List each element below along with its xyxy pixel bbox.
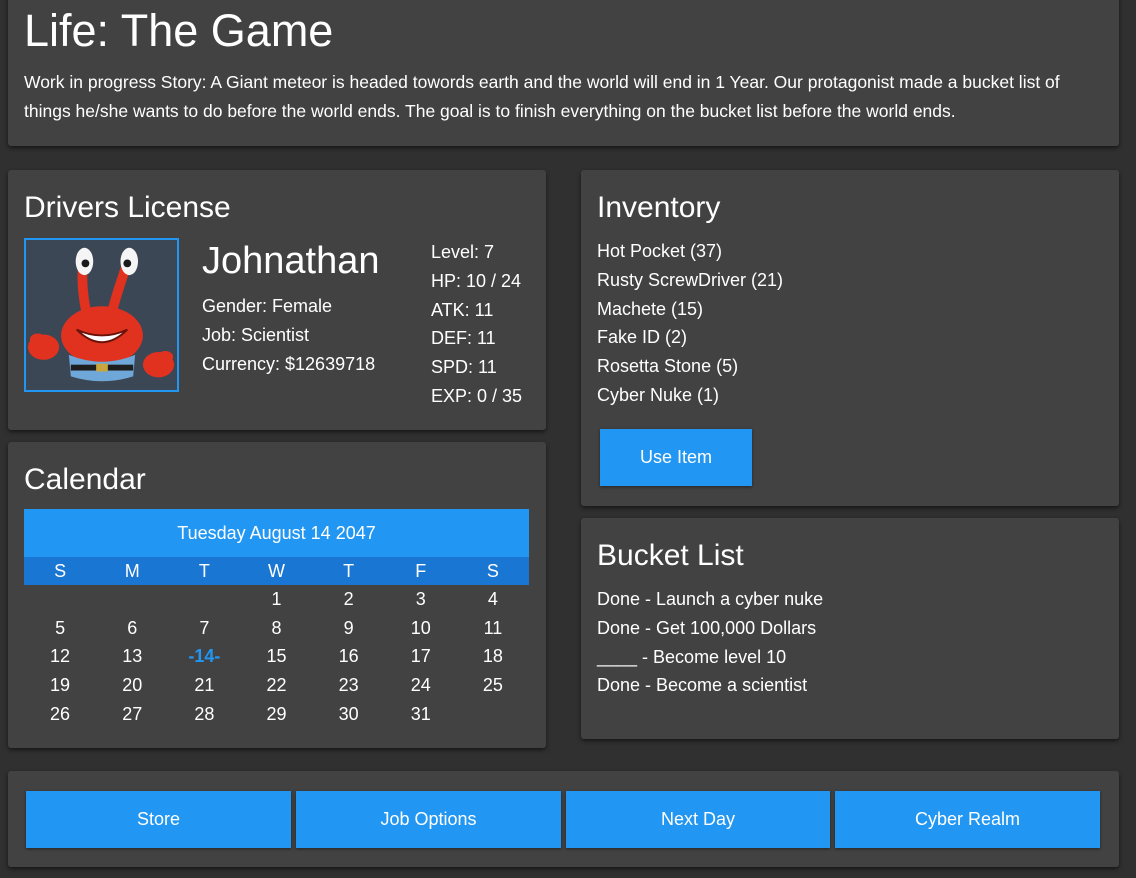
- calendar-day: 19: [50, 675, 71, 696]
- page-title: Life: The Game: [24, 5, 334, 56]
- calendar-day: 15: [266, 646, 287, 667]
- bucket-list-item: Done - Launch a cyber nuke: [597, 589, 824, 609]
- calendar-day: [24, 585, 96, 614]
- calendar-day: [96, 585, 168, 614]
- next-day-button[interactable]: Next Day: [566, 791, 830, 848]
- character-name: Johnathan: [202, 240, 380, 282]
- calendar-day: 18: [482, 646, 503, 667]
- gender-text: Gender: Female: [202, 296, 333, 316]
- calendar-day: 5: [55, 617, 66, 638]
- calendar-day: 30: [338, 703, 359, 724]
- inventory-item: Rosetta Stone (5): [597, 356, 739, 377]
- exp-stat: EXP: 0 / 35: [431, 385, 523, 406]
- calendar-day: 9: [343, 617, 354, 638]
- calendar-date-header: Tuesday August 14 2047: [24, 509, 529, 557]
- bucket-list-item: Done - Get 100,000 Dollars: [597, 617, 817, 638]
- calendar-day: 10: [410, 617, 431, 638]
- atk-stat: ATK: 11: [431, 299, 494, 320]
- calendar-day: 8: [271, 617, 282, 638]
- inventory-item: Machete (15): [597, 298, 704, 319]
- currency-text: Currency: $12639718: [202, 353, 376, 374]
- bucket-list: Done - Launch a cyber nuke Done - Get 10…: [597, 585, 823, 700]
- calendar-day: 27: [122, 703, 143, 724]
- inventory-item: Cyber Nuke (1): [597, 384, 720, 405]
- job-options-button[interactable]: Job Options: [296, 791, 561, 848]
- inventory-item: Rusty ScrewDriver (21): [597, 269, 784, 290]
- calendar-day: 20: [122, 675, 143, 696]
- use-item-button[interactable]: Use Item: [600, 429, 752, 486]
- weekday-label: S: [486, 561, 499, 581]
- calendar-day: 17: [410, 646, 431, 667]
- action-bar: Store Job Options Next Day Cyber Realm: [8, 771, 1119, 867]
- bucket-list-heading: Bucket List: [597, 539, 744, 572]
- calendar-day: [168, 585, 240, 614]
- bucket-list-card: Bucket List Done - Launch a cyber nuke D…: [581, 518, 1119, 739]
- calendar-day: 6: [127, 617, 138, 638]
- calendar-day: 24: [410, 675, 431, 696]
- calendar-day: 28: [194, 703, 215, 724]
- calendar-day: 31: [410, 703, 431, 724]
- job-text: Job: Scientist: [202, 324, 310, 345]
- weekday-label: M: [124, 561, 140, 581]
- store-button[interactable]: Store: [26, 791, 291, 848]
- inventory-item: Fake ID (2): [597, 327, 688, 348]
- calendar-day: 11: [483, 617, 503, 638]
- calendar-day-today: -14-: [188, 646, 221, 667]
- calendar-day: 1: [271, 589, 282, 609]
- calendar-week-row: 5 6 7 8 9 10 11: [24, 614, 529, 643]
- calendar-day: 26: [50, 703, 71, 724]
- bucket-list-item: ____ - Become level 10: [597, 646, 787, 667]
- calendar-weekday-row: S M T W T F S: [24, 557, 529, 585]
- drivers-license-card: Drivers License Johnathan Gender: Female…: [8, 170, 546, 430]
- calendar-week-row: 26 27 28 29 30 31: [24, 700, 529, 729]
- calendar-week-row: 1 2 3 4: [24, 585, 529, 614]
- weekday-label: F: [415, 561, 427, 581]
- weekday-label: W: [267, 561, 285, 581]
- inventory-card: Inventory Hot Pocket (37) Rusty ScrewDri…: [581, 170, 1119, 506]
- calendar-day: 3: [415, 589, 426, 609]
- calendar-day: 7: [199, 617, 210, 638]
- character-stats: Level: 7 HP: 10 / 24 ATK: 11 DEF: 11 SPD…: [431, 238, 522, 411]
- weekday-label: S: [54, 561, 67, 581]
- def-stat: DEF: 11: [431, 328, 496, 349]
- calendar-day: 16: [338, 646, 359, 667]
- spd-stat: SPD: 11: [431, 357, 497, 378]
- calendar-day: 21: [194, 675, 215, 696]
- calendar-day: 25: [482, 675, 503, 696]
- calendar-day: 12: [50, 646, 71, 667]
- calendar-heading: Calendar: [24, 463, 146, 496]
- cyber-realm-button[interactable]: Cyber Realm: [835, 791, 1100, 848]
- license-heading: Drivers License: [24, 191, 231, 224]
- bucket-list-item: Done - Become a scientist: [597, 675, 808, 696]
- calendar-day: 13: [122, 646, 143, 667]
- calendar-day: 23: [338, 675, 359, 696]
- character-info: Gender: Female Job: Scientist Currency: …: [202, 292, 375, 378]
- story-text: Work in progress Story: A Giant meteor i…: [24, 72, 1060, 121]
- inventory-heading: Inventory: [597, 191, 721, 224]
- level-stat: Level: 7: [431, 242, 495, 262]
- calendar-widget: Tuesday August 14 2047 S M T W T F S 1 2…: [24, 509, 529, 729]
- inventory-list: Hot Pocket (37) Rusty ScrewDriver (21) M…: [597, 237, 783, 410]
- inventory-item: Hot Pocket (37): [597, 241, 723, 261]
- weekday-label: T: [198, 561, 210, 581]
- crab-character-icon: [26, 240, 177, 390]
- avatar: [24, 238, 179, 392]
- weekday-label: T: [343, 561, 355, 581]
- hp-stat: HP: 10 / 24: [431, 270, 522, 291]
- calendar-day: [457, 700, 529, 729]
- calendar-card: Calendar Tuesday August 14 2047 S M T W …: [8, 442, 546, 748]
- calendar-day: 4: [487, 589, 498, 609]
- calendar-day: 2: [343, 589, 354, 609]
- calendar-week-row: 19 20 21 22 23 24 25: [24, 671, 529, 700]
- calendar-day: 29: [266, 703, 287, 724]
- header-card: Life: The Game Work in progress Story: A…: [8, 0, 1119, 146]
- calendar-day: 22: [266, 675, 287, 696]
- calendar-week-row: 12 13 -14- 15 16 17 18: [24, 642, 529, 671]
